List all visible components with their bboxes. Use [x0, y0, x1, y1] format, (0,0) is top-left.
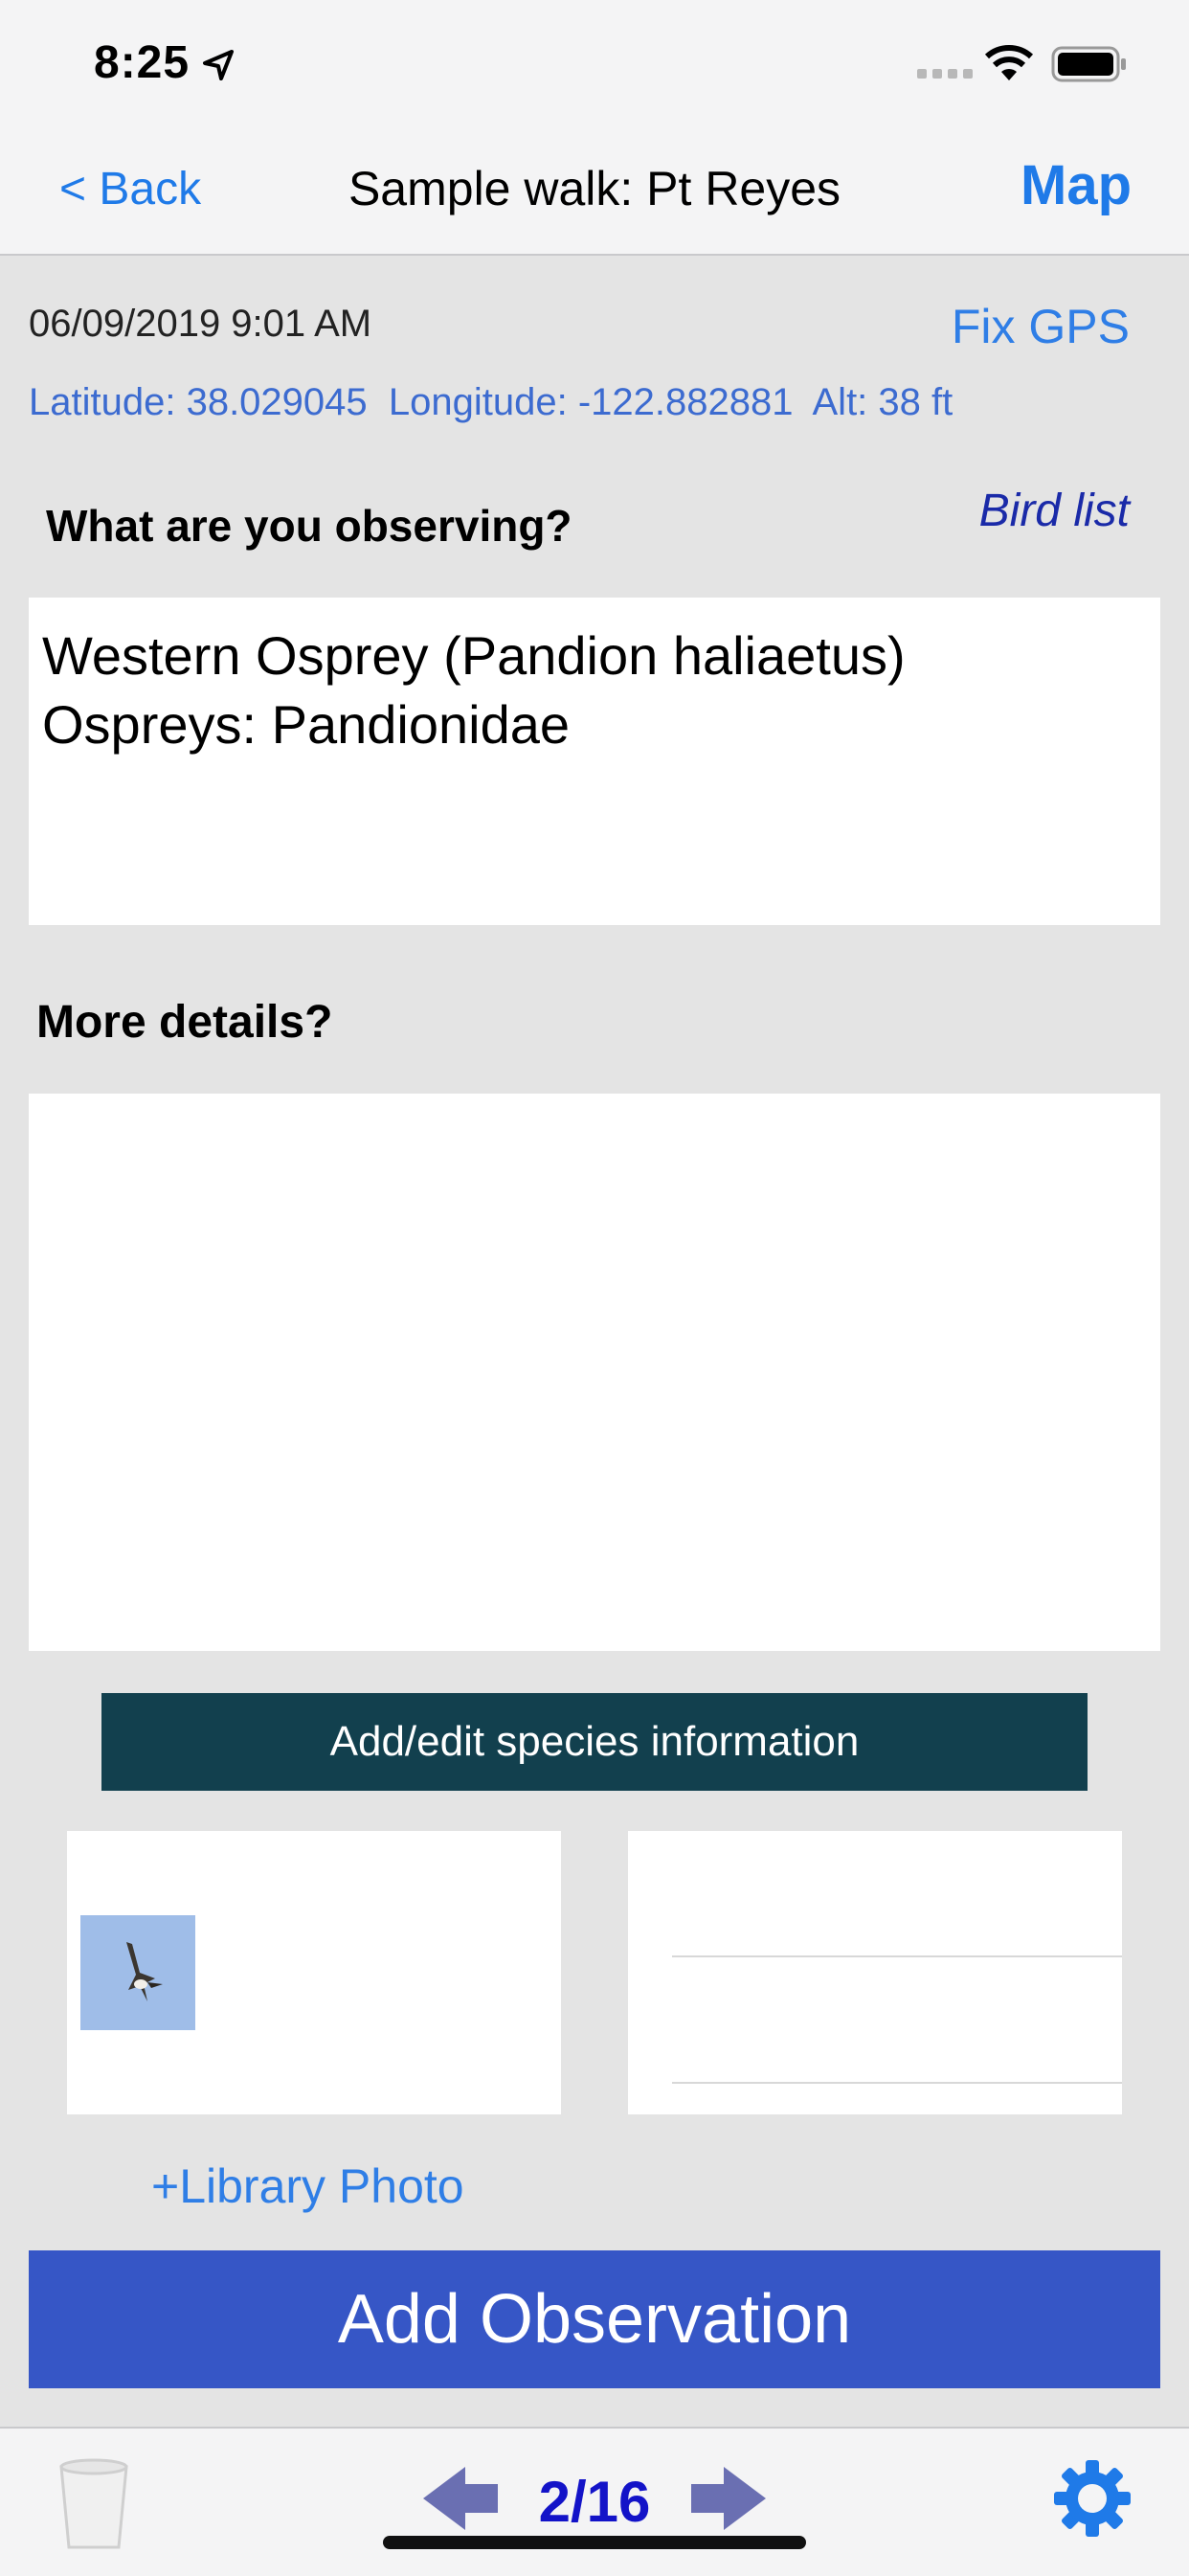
location-arrow-icon: [203, 50, 234, 80]
map-button[interactable]: Map: [1021, 153, 1132, 217]
photo-panel: [67, 1831, 561, 2114]
page-indicator: 2/16: [538, 2470, 651, 2534]
details-question-label: More details?: [36, 997, 333, 1048]
list-divider: [672, 2082, 1122, 2084]
bird-list-button[interactable]: Bird list: [979, 485, 1130, 537]
list-divider: [672, 1955, 1122, 1957]
library-photo-button[interactable]: +Library Photo: [151, 2158, 464, 2214]
gps-coordinates: Latitude: 38.029045 Longitude: -122.8828…: [29, 381, 953, 423]
gear-icon[interactable]: [1053, 2459, 1132, 2538]
wifi-icon: [984, 45, 1034, 80]
details-text-field[interactable]: [29, 1094, 1160, 1651]
next-arrow-icon[interactable]: [689, 2465, 768, 2532]
species-name: Western Osprey (Pandion haliaetus): [42, 625, 906, 686]
species-family: Ospreys: Pandionidae: [42, 694, 571, 755]
signal-icon: [917, 69, 973, 79]
status-time: 8:25: [94, 37, 191, 88]
bird-photo-thumbnail[interactable]: [80, 1915, 195, 2030]
photo-list-panel: [628, 1831, 1122, 2114]
observation-text-field[interactable]: Western Osprey (Pandion haliaetus) Ospre…: [29, 598, 1160, 925]
species-info-button[interactable]: Add/edit species information: [101, 1693, 1088, 1791]
page-title: Sample walk: Pt Reyes: [348, 162, 841, 215]
add-observation-button[interactable]: Add Observation: [29, 2250, 1160, 2388]
osprey-image: [80, 1915, 195, 2030]
fix-gps-button[interactable]: Fix GPS: [952, 299, 1130, 354]
observation-datetime: 06/09/2019 9:01 AM: [29, 303, 372, 345]
battery-icon: [1051, 46, 1126, 82]
home-indicator: [383, 2536, 806, 2549]
observe-question-label: What are you observing?: [46, 501, 572, 551]
